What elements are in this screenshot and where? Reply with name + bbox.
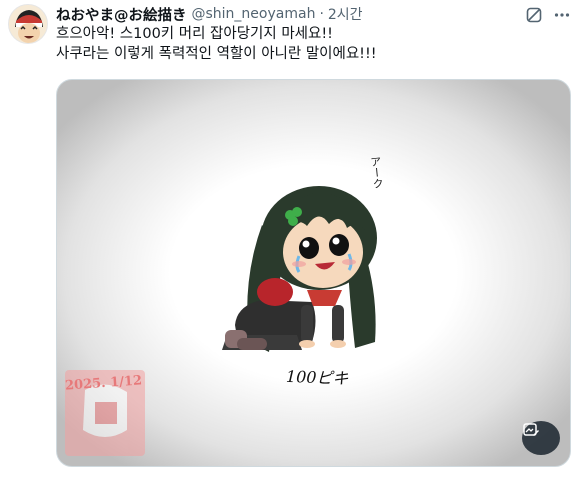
- image-edit-icon: [523, 423, 539, 436]
- timestamp[interactable]: 2시간: [328, 4, 363, 24]
- tweet-text-line: 흐으아악! 스100키 머리 잡아당기지 마세요!!: [56, 26, 333, 42]
- image-edit-button[interactable]: [522, 421, 560, 455]
- avatar-image: [9, 5, 47, 43]
- tweet-header: ねおやま@お絵描き @shin_neoyamah · 2시간: [56, 4, 363, 24]
- grok-icon: [526, 7, 542, 23]
- more-button[interactable]: [551, 4, 573, 26]
- drawing-caption: 100ピキ: [285, 366, 349, 389]
- display-name[interactable]: ねおやま@お絵描き: [56, 4, 187, 25]
- separator: ·: [319, 6, 324, 22]
- avatar[interactable]: [8, 4, 48, 44]
- tweet: ねおやま@お絵描き @shin_neoyamah · 2시간 흐으아악! 스10…: [0, 0, 581, 478]
- tweet-text: 흐으아악! 스100키 머리 잡아당기지 마세요!! 사쿠라는 이렇게 폭력적인…: [56, 24, 566, 64]
- tweet-text-line: 사쿠라는 이렇게 폭력적인 역할이 아니란 말이에요!!!: [56, 46, 377, 62]
- grok-button[interactable]: [523, 4, 545, 26]
- user-handle[interactable]: @shin_neoyamah: [192, 6, 316, 22]
- drawing-sfx: アーク: [368, 155, 385, 190]
- tweet-media-image[interactable]: アーク 100ピキ 2025. 1/12: [56, 79, 571, 467]
- chibi-illustration: [65, 186, 377, 456]
- more-icon: [554, 13, 570, 17]
